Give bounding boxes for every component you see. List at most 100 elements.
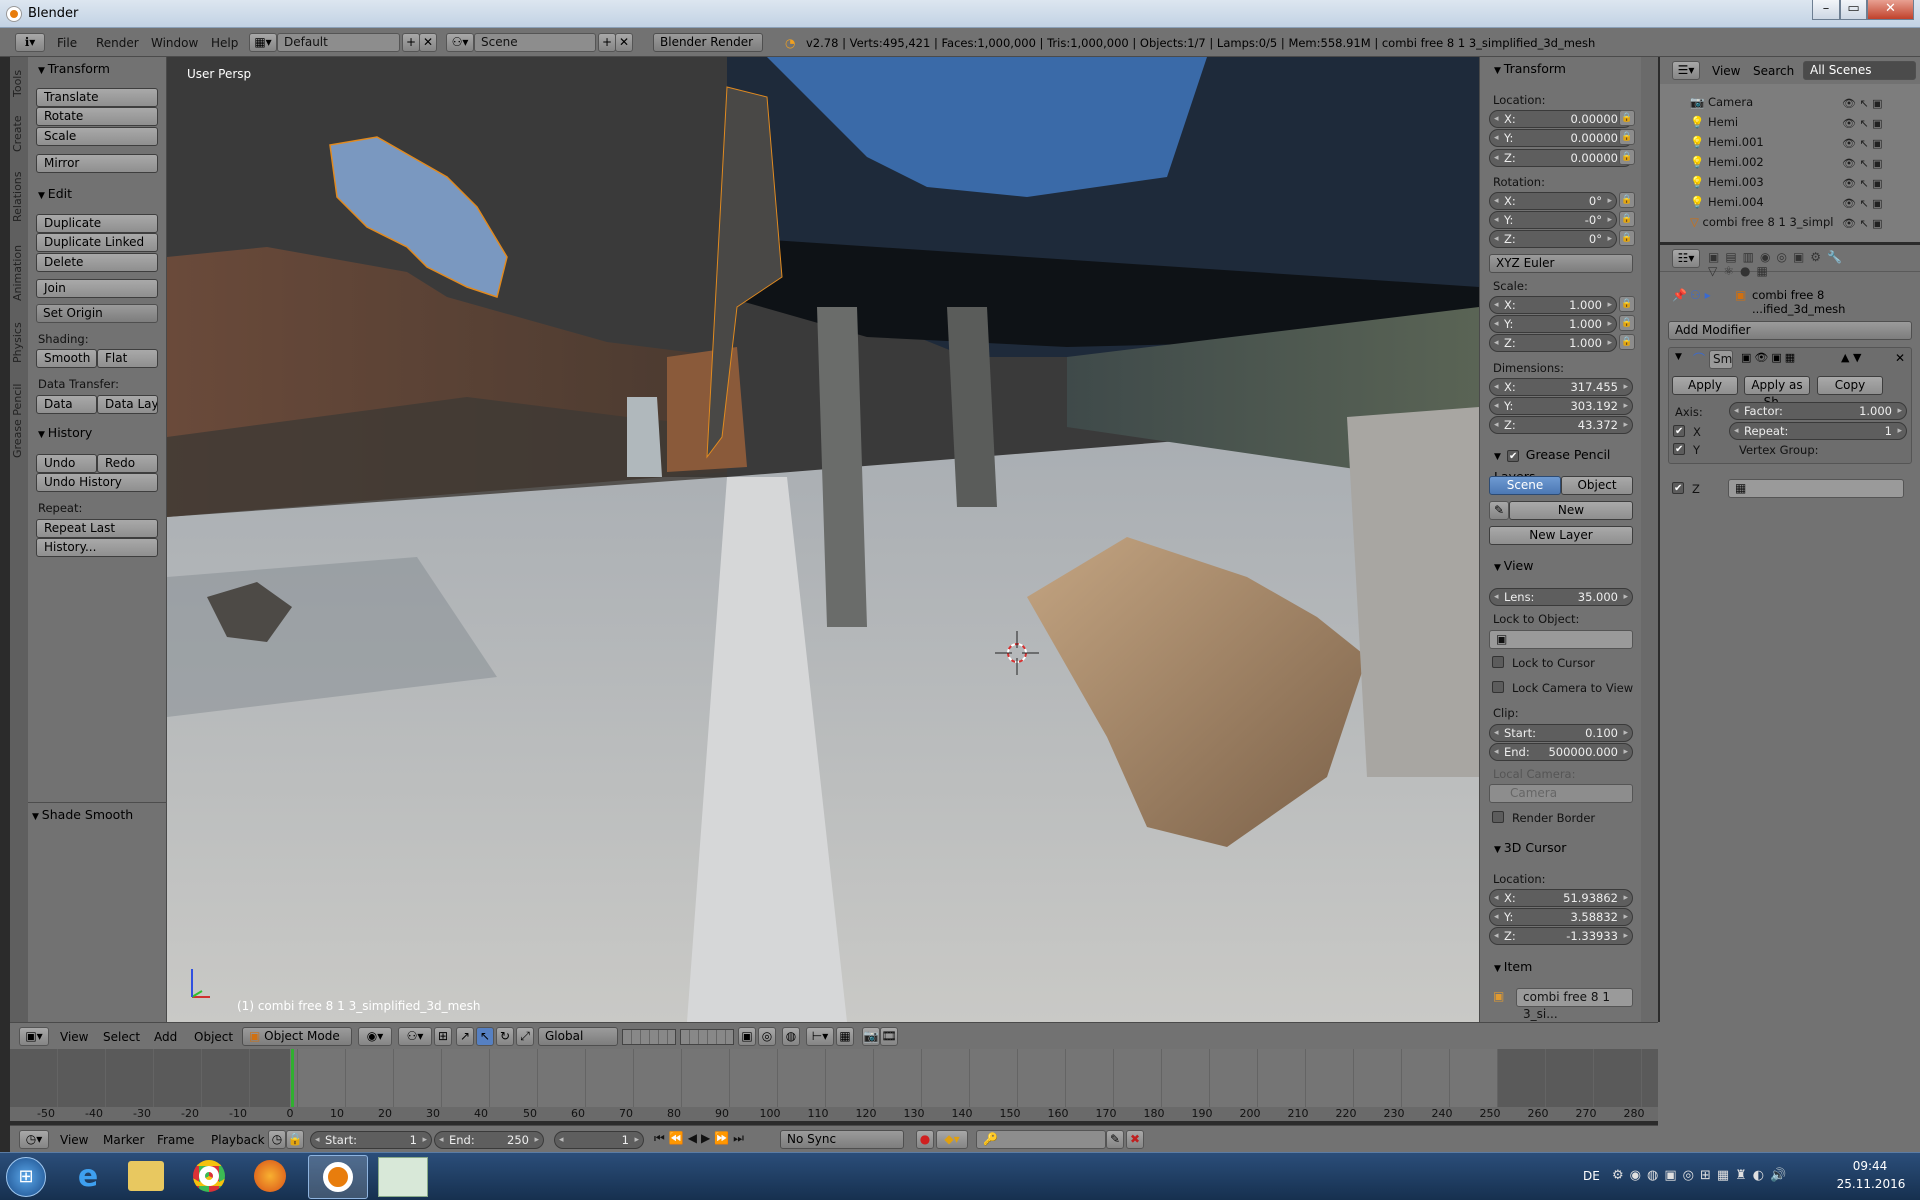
mirror-button[interactable]: Mirror bbox=[36, 154, 158, 173]
clock-time[interactable]: 09:44 bbox=[1840, 1159, 1900, 1173]
cursor-x-field[interactable]: X:51.93862 bbox=[1489, 889, 1633, 907]
lock-icon[interactable]: 🔒 bbox=[1619, 334, 1635, 350]
scale-z-field[interactable]: Z:1.000 bbox=[1489, 334, 1617, 352]
language-indicator[interactable]: DE bbox=[1583, 1169, 1600, 1183]
copy-button[interactable]: Copy bbox=[1817, 376, 1883, 395]
set-origin-dropdown[interactable]: Set Origin bbox=[36, 304, 158, 323]
manipulator-scale-icon[interactable]: ⤢ bbox=[516, 1027, 534, 1046]
remove-modifier-icon[interactable]: ✕ bbox=[1895, 351, 1905, 365]
location-y-field[interactable]: Y:0.00000 bbox=[1489, 129, 1633, 147]
scale-y-field[interactable]: Y:1.000 bbox=[1489, 315, 1617, 333]
tab-physics[interactable]: Physics bbox=[11, 315, 27, 371]
item-name-field[interactable]: combi free 8 1 3_si... bbox=[1516, 988, 1633, 1021]
menu-view[interactable]: View bbox=[60, 1030, 88, 1044]
rotation-x-field[interactable]: X:0° bbox=[1489, 192, 1617, 210]
delete-keyframe-icon[interactable]: ✖ bbox=[1126, 1130, 1144, 1149]
current-frame-line[interactable] bbox=[291, 1049, 294, 1107]
data-layout-button[interactable]: Data Layo bbox=[97, 395, 158, 414]
redo-button[interactable]: Redo bbox=[97, 454, 158, 473]
edit-panel-title[interactable]: Edit bbox=[28, 184, 167, 204]
translate-button[interactable]: Translate bbox=[36, 88, 158, 107]
duplicate-button[interactable]: Duplicate bbox=[36, 214, 158, 233]
menu-render[interactable]: Render bbox=[96, 36, 139, 50]
blender-task-button[interactable] bbox=[308, 1155, 368, 1199]
insert-keyframe-icon[interactable]: ✎ bbox=[1106, 1130, 1124, 1149]
undo-button[interactable]: Undo bbox=[36, 454, 97, 473]
file-explorer-icon[interactable] bbox=[128, 1161, 164, 1191]
location-z-field[interactable]: Z:0.00000 bbox=[1489, 149, 1633, 167]
pivot-point-icon[interactable]: ⚇▾ bbox=[398, 1027, 432, 1046]
lock-camera-checkbox[interactable] bbox=[1492, 681, 1504, 693]
outliner-search-menu[interactable]: Search bbox=[1753, 64, 1794, 78]
editor-type-3d-icon[interactable]: ▣▾ bbox=[19, 1027, 49, 1046]
system-tray-icons[interactable]: ⚙◉◍▣◎⊞▦♜◐🔊 bbox=[1612, 1168, 1812, 1186]
grease-pencil-title[interactable]: Grease Pencil Layers bbox=[1484, 445, 1634, 484]
n-transform-title[interactable]: Transform bbox=[1484, 59, 1634, 79]
collapse-icon[interactable]: ▼ bbox=[1675, 352, 1682, 362]
rotation-z-field[interactable]: Z:0° bbox=[1489, 230, 1617, 248]
menu-add[interactable]: Add bbox=[154, 1030, 177, 1044]
dimension-x-field[interactable]: X:317.455 bbox=[1489, 378, 1633, 396]
undo-history-button[interactable]: Undo History bbox=[36, 473, 158, 492]
pencil-icon[interactable]: ✎ bbox=[1489, 501, 1509, 520]
lock-icon[interactable]: 🔒 bbox=[1619, 315, 1635, 331]
repeat-last-button[interactable]: Repeat Last bbox=[36, 519, 158, 538]
shade-smooth-operator-title[interactable]: Shade Smooth bbox=[22, 805, 161, 825]
scene-field[interactable]: Scene bbox=[474, 33, 596, 52]
add-layout-icon[interactable]: + bbox=[402, 33, 420, 52]
menu-file[interactable]: File bbox=[57, 36, 77, 50]
n-panel-scrollbar[interactable] bbox=[1641, 57, 1658, 1022]
maximize-button[interactable]: ▭ bbox=[1840, 0, 1867, 20]
timeline-menu-frame[interactable]: Frame bbox=[157, 1133, 194, 1147]
tab-animation[interactable]: Animation bbox=[11, 237, 27, 309]
editor-type-timeline-icon[interactable]: ◷▾ bbox=[19, 1130, 49, 1149]
duplicate-linked-button[interactable]: Duplicate Linked bbox=[36, 233, 158, 252]
lock-icon[interactable]: 🔒 bbox=[1619, 110, 1635, 126]
gp-new-button[interactable]: New bbox=[1509, 501, 1633, 520]
cursor-y-field[interactable]: Y:3.58832 bbox=[1489, 908, 1633, 926]
playback-controls-icons[interactable]: ⏮⏪◀▶⏩⏭ bbox=[654, 1131, 774, 1149]
render-border-checkbox[interactable] bbox=[1492, 811, 1504, 823]
viewport-shading-icon[interactable]: ◉▾ bbox=[358, 1027, 392, 1046]
factor-field[interactable]: Factor:1.000 bbox=[1729, 402, 1907, 420]
dimension-z-field[interactable]: Z:43.372 bbox=[1489, 416, 1633, 434]
layout-field[interactable]: Default bbox=[277, 33, 400, 52]
render-engine-dropdown[interactable]: Blender Render bbox=[653, 33, 763, 52]
menu-select[interactable]: Select bbox=[103, 1030, 140, 1044]
remove-scene-icon[interactable]: ✕ bbox=[615, 33, 633, 52]
timeline-menu-playback[interactable]: Playback bbox=[211, 1133, 265, 1147]
manipulator-arrow-icon[interactable]: ↖ bbox=[476, 1027, 494, 1046]
vertex-group-field[interactable]: ▦ bbox=[1728, 479, 1904, 498]
gp-object-toggle[interactable]: Object bbox=[1561, 476, 1633, 495]
scale-button[interactable]: Scale bbox=[36, 127, 158, 146]
data-button[interactable]: Data bbox=[36, 395, 97, 414]
firefox-icon[interactable] bbox=[254, 1160, 286, 1192]
lock-icon[interactable]: 🔒 bbox=[1619, 129, 1635, 145]
sync-dropdown[interactable]: No Sync bbox=[780, 1130, 904, 1149]
paint-task-icon[interactable] bbox=[378, 1157, 428, 1197]
repeat-field[interactable]: Repeat:1 bbox=[1729, 422, 1907, 440]
history-panel-title[interactable]: History bbox=[28, 423, 167, 443]
end-frame-field[interactable]: End:250 bbox=[434, 1131, 544, 1149]
cursor-z-field[interactable]: Z:-1.33933 bbox=[1489, 927, 1633, 945]
menu-window[interactable]: Window bbox=[151, 36, 198, 50]
dimension-y-field[interactable]: Y:303.192 bbox=[1489, 397, 1633, 415]
display-mode-dropdown[interactable]: All Scenes bbox=[1803, 61, 1916, 80]
item-panel-title[interactable]: Item bbox=[1484, 957, 1634, 977]
menu-help[interactable]: Help bbox=[211, 36, 238, 50]
rotate-button[interactable]: Rotate bbox=[36, 107, 158, 126]
preview-range-icon[interactable]: ◷ bbox=[268, 1130, 286, 1149]
join-button[interactable]: Join bbox=[36, 279, 158, 298]
editor-type-info-icon[interactable]: ℹ▾ bbox=[15, 33, 45, 52]
lens-field[interactable]: Lens:35.000 bbox=[1489, 588, 1633, 606]
modifier-name-field[interactable]: Sm bbox=[1709, 350, 1733, 369]
snap-target-icon[interactable]: ▦ bbox=[836, 1027, 854, 1046]
timeline-menu-view[interactable]: View bbox=[60, 1133, 88, 1147]
modifier-display-icons[interactable]: ▣👁▣▦ bbox=[1741, 351, 1798, 364]
screen-layout-icon[interactable]: ▦▾ bbox=[249, 33, 277, 52]
scale-x-field[interactable]: X:1.000 bbox=[1489, 296, 1617, 314]
apply-as-shape-button[interactable]: Apply as Sh... bbox=[1744, 376, 1810, 409]
add-scene-icon[interactable]: + bbox=[598, 33, 616, 52]
apply-button[interactable]: Apply bbox=[1672, 376, 1738, 395]
gp-new-layer-button[interactable]: New Layer bbox=[1489, 526, 1633, 545]
